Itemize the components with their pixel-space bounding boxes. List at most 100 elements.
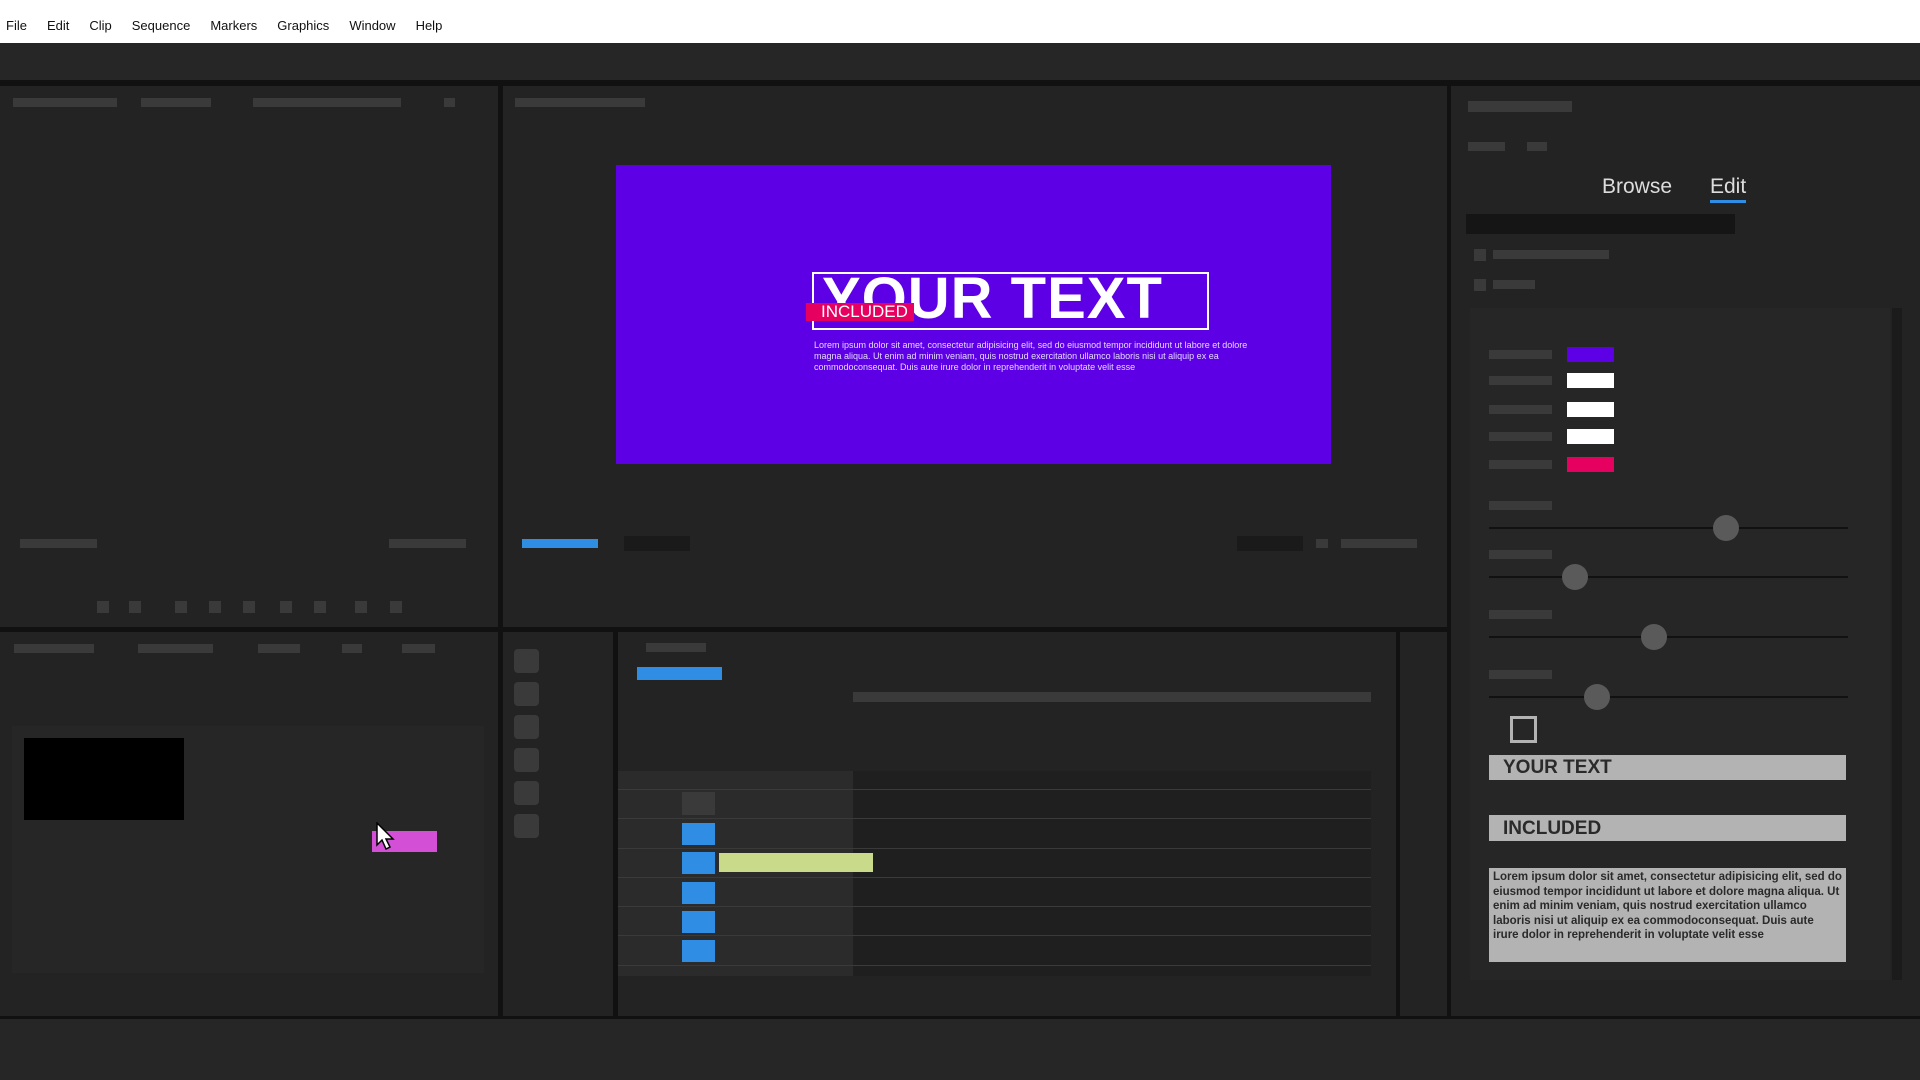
checkbox[interactable] xyxy=(1510,716,1537,743)
property-label xyxy=(1489,432,1552,441)
menu-edit[interactable]: Edit xyxy=(47,18,69,33)
placeholder xyxy=(1468,142,1505,151)
menu-sequence[interactable]: Sequence xyxy=(132,18,191,33)
scrollbar[interactable] xyxy=(1892,308,1902,980)
sequence-tab-placeholder[interactable] xyxy=(646,643,706,652)
transport-button[interactable] xyxy=(390,601,402,613)
transport-button[interactable] xyxy=(209,601,221,613)
track-divider xyxy=(618,789,1371,790)
menu-window[interactable]: Window xyxy=(349,18,395,33)
tab-placeholder[interactable] xyxy=(342,644,362,653)
track-target-toggle[interactable] xyxy=(682,940,715,962)
slider-knob[interactable] xyxy=(1641,624,1668,650)
track-target-toggle[interactable] xyxy=(682,852,715,874)
track-divider xyxy=(618,965,1371,966)
color-swatch[interactable] xyxy=(1567,457,1614,472)
placeholder xyxy=(1527,142,1547,151)
preview-body: Lorem ipsum dolor sit amet, consectetur … xyxy=(814,340,1248,372)
track-toggle[interactable] xyxy=(682,792,715,815)
playhead-timecode xyxy=(522,539,598,548)
color-swatch[interactable] xyxy=(1567,373,1614,388)
time-ruler[interactable] xyxy=(853,692,1371,702)
tab-placeholder[interactable] xyxy=(13,98,117,107)
control-placeholder[interactable] xyxy=(1316,539,1328,548)
slider-track[interactable] xyxy=(1489,696,1848,698)
panel-title-placeholder xyxy=(515,98,645,107)
project-panel xyxy=(0,632,498,1016)
slider-knob[interactable] xyxy=(1562,564,1589,590)
color-swatch[interactable] xyxy=(1567,402,1614,417)
tool-button[interactable] xyxy=(514,781,539,805)
tool-button[interactable] xyxy=(514,814,539,838)
status-bar xyxy=(0,1019,1920,1080)
tool-button[interactable] xyxy=(514,682,539,706)
tools-panel xyxy=(503,632,613,1016)
control-placeholder[interactable] xyxy=(1237,536,1303,551)
title-text-field[interactable]: YOUR TEXT xyxy=(1489,755,1846,780)
expand-icon[interactable] xyxy=(1474,279,1486,291)
tab-placeholder[interactable] xyxy=(258,644,300,653)
timeline-panel xyxy=(618,632,1396,1016)
transport-button[interactable] xyxy=(243,601,255,613)
property-label xyxy=(1489,350,1552,359)
track-target-toggle[interactable] xyxy=(682,882,715,904)
tab-placeholder[interactable] xyxy=(141,98,211,107)
track-target-toggle[interactable] xyxy=(682,911,715,933)
slider-label xyxy=(1489,670,1552,679)
layer-placeholder[interactable] xyxy=(1493,250,1609,259)
transport-button[interactable] xyxy=(280,601,292,613)
slider-knob[interactable] xyxy=(1712,515,1739,541)
tab-placeholder[interactable] xyxy=(253,98,401,107)
preview-title: YOUR TEXT xyxy=(822,266,1163,331)
property-label xyxy=(1489,405,1552,414)
track-divider xyxy=(618,877,1371,878)
track-target-toggle[interactable] xyxy=(682,823,715,845)
property-label xyxy=(1489,376,1552,385)
color-swatch[interactable] xyxy=(1567,347,1614,362)
panel-title-placeholder xyxy=(1468,101,1572,112)
tab-edit[interactable]: Edit xyxy=(1710,175,1747,203)
subtitle-text-field[interactable]: INCLUDED xyxy=(1489,815,1846,841)
slider-track[interactable] xyxy=(1489,576,1848,578)
tool-button[interactable] xyxy=(514,715,539,739)
transport-button[interactable] xyxy=(355,601,367,613)
timecode xyxy=(637,667,722,680)
tab-placeholder[interactable] xyxy=(402,644,435,653)
tool-button[interactable] xyxy=(514,649,539,673)
timeline-clip[interactable] xyxy=(719,853,873,872)
color-swatch[interactable] xyxy=(1567,429,1614,444)
slider-track[interactable] xyxy=(1489,636,1848,638)
slider-label xyxy=(1489,550,1552,559)
slider-knob[interactable] xyxy=(1583,684,1610,710)
transport-button[interactable] xyxy=(175,601,187,613)
menu-clip[interactable]: Clip xyxy=(89,18,111,33)
menu-bar: File Edit Clip Sequence Markers Graphics… xyxy=(0,0,1920,43)
timecode-placeholder xyxy=(389,539,466,548)
track-divider xyxy=(618,818,1371,819)
control-placeholder[interactable] xyxy=(624,536,690,551)
expand-icon[interactable] xyxy=(1474,249,1486,261)
menu-file[interactable]: File xyxy=(6,18,27,33)
clip-thumbnail[interactable] xyxy=(24,738,184,820)
slider-label xyxy=(1489,610,1552,619)
tab-placeholder[interactable] xyxy=(14,644,94,653)
transport-button[interactable] xyxy=(97,601,109,613)
tab-browse[interactable]: Browse xyxy=(1602,175,1672,199)
tab-placeholder[interactable] xyxy=(138,644,213,653)
search-input[interactable] xyxy=(1466,214,1735,234)
menu-help[interactable]: Help xyxy=(416,18,443,33)
transport-button[interactable] xyxy=(129,601,141,613)
track-divider xyxy=(618,906,1371,907)
transport-button[interactable] xyxy=(314,601,326,613)
preview-subtitle: INCLUDED xyxy=(806,303,914,321)
track-headers xyxy=(618,771,853,976)
video-preview[interactable]: YOUR TEXT INCLUDED Lorem ipsum dolor sit… xyxy=(616,165,1331,464)
layer-placeholder[interactable] xyxy=(1493,280,1535,289)
slider-track[interactable] xyxy=(1489,527,1848,529)
track-divider xyxy=(618,935,1371,936)
menu-placeholder[interactable] xyxy=(444,98,455,107)
tool-button[interactable] xyxy=(514,748,539,772)
body-text-field[interactable]: Lorem ipsum dolor sit amet, consectetur … xyxy=(1489,868,1846,962)
menu-markers[interactable]: Markers xyxy=(210,18,257,33)
menu-graphics[interactable]: Graphics xyxy=(277,18,329,33)
